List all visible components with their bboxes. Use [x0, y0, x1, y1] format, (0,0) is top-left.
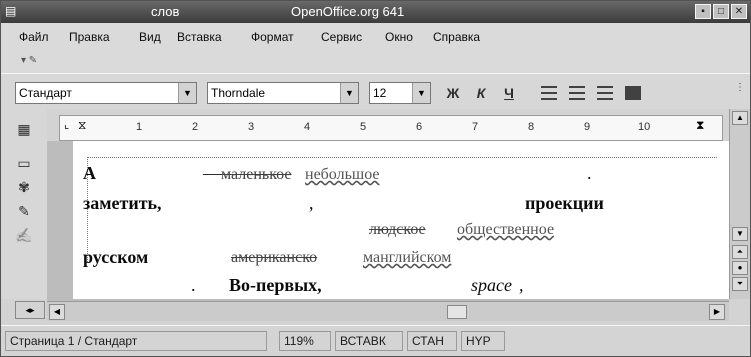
- menu-view[interactable]: Вид: [139, 30, 161, 44]
- insert-fields-icon[interactable]: ✾: [15, 179, 33, 195]
- status-selection-mode[interactable]: СТАН: [407, 331, 457, 351]
- scroll-up-icon[interactable]: ▲: [732, 111, 748, 125]
- ruler-tick: 6: [416, 121, 423, 133]
- scroll-left-icon[interactable]: ◀: [49, 304, 65, 320]
- toolbar-handle-icon[interactable]: ▾ ✎: [21, 55, 37, 66]
- close-button[interactable]: ✕: [731, 4, 747, 19]
- font-size-combo[interactable]: 12 ▼: [369, 82, 431, 104]
- horizontal-scrollbar[interactable]: ◀ ▶: [47, 301, 729, 321]
- spellcheck-icon[interactable]: ✍: [15, 227, 33, 243]
- doc-text-inserted: манглийском: [363, 249, 452, 266]
- doc-text: —: [203, 163, 221, 183]
- ruler-tick: 9: [584, 121, 591, 133]
- menu-help[interactable]: Справка: [433, 30, 480, 44]
- ruler-tick: 2: [192, 121, 199, 133]
- align-left-icon[interactable]: [541, 86, 557, 100]
- doc-text-inserted: общественное: [457, 221, 555, 238]
- ruler-tick: 7: [472, 121, 479, 133]
- maximize-button[interactable]: □: [713, 4, 729, 19]
- insert-icon[interactable]: ▭: [15, 155, 33, 171]
- doc-text-inserted: небольшое: [305, 166, 380, 183]
- function-bar-strip: ▾ ✎: [1, 53, 750, 73]
- status-hyperlink-mode[interactable]: HYP: [461, 331, 505, 351]
- status-insert-mode[interactable]: ВСТАВК: [335, 331, 403, 351]
- text-boundary-top: [87, 157, 717, 158]
- align-center-icon[interactable]: [569, 86, 585, 100]
- align-right-icon[interactable]: [597, 86, 613, 100]
- tab-stop-icon[interactable]: ⌞: [64, 118, 69, 131]
- menu-edit[interactable]: Правка: [69, 30, 110, 44]
- underline-button[interactable]: Ч: [499, 83, 519, 103]
- menu-tools[interactable]: Сервис: [321, 30, 362, 44]
- draw-icon[interactable]: ✎: [15, 203, 33, 219]
- ruler-tick: 5: [360, 121, 367, 133]
- align-justify-icon[interactable]: [625, 86, 641, 100]
- italic-button[interactable]: К: [471, 83, 491, 103]
- ruler-tick: 1: [136, 121, 143, 133]
- right-indent-marker-icon[interactable]: ⧗: [696, 118, 704, 133]
- status-page[interactable]: Страница 1 / Стандарт: [5, 331, 267, 351]
- main-toolbar-vertical: ▦ ▭ ✾ ✎ ✍: [1, 109, 47, 299]
- paragraph-style-value: Стандарт: [19, 86, 72, 100]
- navigation-icon[interactable]: ●: [732, 261, 748, 275]
- document-icon[interactable]: ▤: [5, 4, 21, 19]
- menu-insert[interactable]: Вставка: [177, 30, 222, 44]
- window-title-doc: слов: [151, 4, 180, 19]
- paragraph-style-combo[interactable]: Стандарт ▼: [15, 82, 197, 104]
- bold-button[interactable]: Ж: [443, 83, 463, 103]
- menu-bar: Файл Правка Вид Вставка Формат Сервис Ок…: [1, 23, 750, 53]
- doc-text: .: [587, 163, 592, 183]
- doc-text: Во-первых,: [229, 275, 322, 295]
- doc-text: .: [191, 275, 196, 295]
- doc-text-deleted: маленькое: [221, 166, 292, 183]
- doc-text: ,: [309, 193, 314, 213]
- doc-text: проекции: [525, 193, 604, 213]
- vertical-scrollbar[interactable]: ▲ ▼ ⏶ ● ⏷: [729, 109, 750, 299]
- navigator-icon[interactable]: ▦: [15, 121, 33, 137]
- window-title-app: OpenOffice.org 641: [291, 4, 405, 19]
- title-bar[interactable]: ▤ слов OpenOffice.org 641 ▪ □ ✕: [1, 1, 750, 23]
- chevron-down-icon[interactable]: ▼: [178, 83, 196, 103]
- doc-text-deleted: людское: [369, 221, 426, 238]
- left-indent-marker-icon[interactable]: ⧖: [78, 118, 86, 133]
- document-page[interactable]: А — маленькое небольшое . заметить, , пр…: [73, 141, 729, 299]
- font-name-value: Thorndale: [211, 86, 266, 100]
- doc-text: А: [83, 163, 96, 183]
- formatting-toolbar: Стандарт ▼ Thorndale ▼ 12 ▼ Ж К Ч ⋮: [1, 73, 750, 109]
- doc-text: заметить,: [83, 193, 162, 213]
- font-name-combo[interactable]: Thorndale ▼: [207, 82, 359, 104]
- menu-format[interactable]: Формат: [251, 30, 294, 44]
- horizontal-ruler[interactable]: ⌞ ⧖ 1 2 3 4 5 6 7 8 9 10 ⧗: [59, 115, 723, 141]
- menu-file[interactable]: Файл: [19, 30, 49, 44]
- scroll-right-icon[interactable]: ▶: [709, 304, 725, 320]
- sheet-navigation[interactable]: ◂▸: [15, 301, 45, 319]
- ruler-tick: 3: [248, 121, 255, 133]
- scroll-down-icon[interactable]: ▼: [732, 227, 748, 241]
- ruler-tick: 4: [304, 121, 311, 133]
- doc-text: space: [471, 275, 512, 295]
- previous-page-icon[interactable]: ⏶: [732, 245, 748, 259]
- scroll-thumb[interactable]: [447, 305, 467, 319]
- ruler-tick: 8: [528, 121, 535, 133]
- writer-window: ▤ слов OpenOffice.org 641 ▪ □ ✕ Файл Пра…: [0, 0, 751, 357]
- doc-text: ,: [519, 275, 524, 295]
- status-zoom[interactable]: 119%: [279, 331, 331, 351]
- chevron-down-icon[interactable]: ▼: [412, 83, 430, 103]
- chevron-down-icon[interactable]: ▼: [340, 83, 358, 103]
- minimize-button[interactable]: ▪: [695, 4, 711, 19]
- status-bar: Страница 1 / Стандарт 119% ВСТАВК СТАН H…: [1, 325, 750, 356]
- toolbar-more-icon[interactable]: ⋮: [735, 82, 745, 93]
- next-page-icon[interactable]: ⏷: [732, 277, 748, 291]
- doc-text-deleted: американско: [231, 249, 318, 266]
- ruler-tick: 10: [638, 121, 651, 133]
- doc-text: русском: [83, 247, 149, 267]
- menu-window[interactable]: Окно: [385, 30, 413, 44]
- font-size-value: 12: [373, 86, 387, 100]
